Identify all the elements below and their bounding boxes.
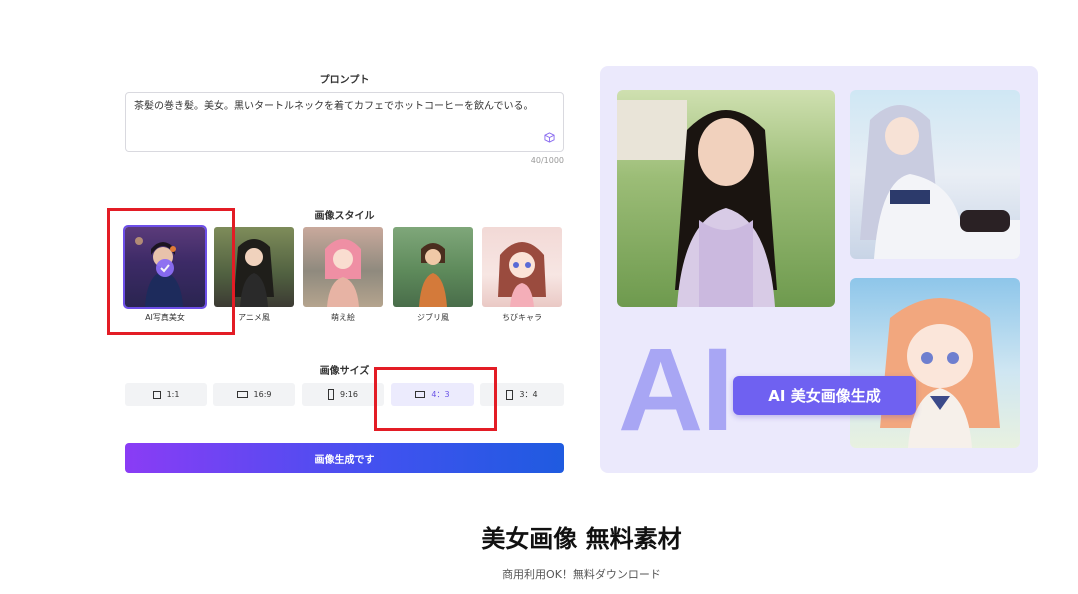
prompt-textarea[interactable]: 茶髪の巻き髪。美女。黒いタートルネックを着てカフェでホットコーヒーを飲んでいる。 <box>125 92 564 152</box>
prompt-label: プロンプト <box>319 75 370 86</box>
ghibli-thumbnail <box>419 243 447 307</box>
portrait-icon <box>328 389 335 400</box>
generate-button[interactable]: 画像生成です <box>125 443 564 473</box>
size-option-9-16[interactable]: 9:16 <box>302 383 384 406</box>
hero-image-anime <box>850 90 1020 259</box>
highlight-box-size <box>374 367 497 431</box>
style-card-chibi[interactable] <box>482 227 562 307</box>
hero-image-photo <box>617 90 835 307</box>
section-subtitle: 商用利用OK！無料ダウンロード <box>502 568 661 581</box>
highlight-box-style <box>107 208 235 335</box>
style-card-ghibli[interactable] <box>393 227 473 307</box>
size-option-label: 9:16 <box>340 390 358 399</box>
cube-icon[interactable] <box>544 132 555 143</box>
style-caption-moe: 萌え絵 <box>331 313 355 322</box>
size-option-label: 16:9 <box>253 390 272 399</box>
size-option-1-1[interactable]: 1:1 <box>125 383 207 406</box>
size-option-16-9[interactable]: 16:9 <box>213 383 295 406</box>
hero-panel: AI AI 美女画像生成 <box>600 66 1038 473</box>
size-label: 画像サイズ <box>319 366 370 377</box>
square-icon <box>152 390 161 399</box>
chibi-thumbnail <box>498 242 546 307</box>
size-option-label: 3：4 <box>519 390 538 399</box>
moe-thumbnail <box>325 239 361 307</box>
size-option-label: 1:1 <box>166 390 180 399</box>
landscape-icon <box>236 391 248 398</box>
ai-hero-text: AI <box>618 324 734 456</box>
hero-badge: AI 美女画像生成 <box>733 376 916 415</box>
char-counter: 40/1000 <box>530 156 564 165</box>
portrait-icon <box>506 389 514 400</box>
style-caption-chibi: ちびキャラ <box>502 313 542 322</box>
style-card-moe[interactable] <box>303 227 383 307</box>
hero-image-chibi <box>850 278 1020 448</box>
prompt-text: 茶髪の巻き髪。美女。黒いタートルネックを着てカフェでホットコーヒーを飲んでいる。 <box>134 101 534 112</box>
style-caption-ghibli: ジブリ風 <box>417 313 449 322</box>
section-title: 美女画像 無料素材 <box>481 525 682 553</box>
